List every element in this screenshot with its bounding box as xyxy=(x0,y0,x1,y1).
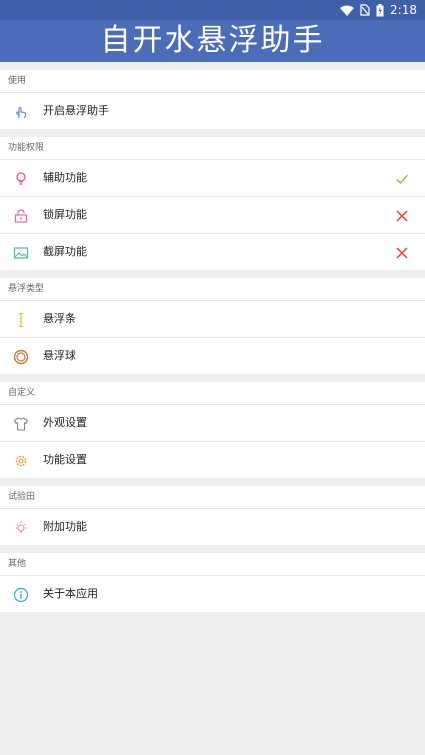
ring-icon xyxy=(12,348,30,366)
item-label: 悬浮球 xyxy=(43,349,76,362)
battery-icon xyxy=(376,3,384,17)
no-sim-icon xyxy=(360,4,370,16)
status-bar: 2:18 xyxy=(0,0,425,20)
section-header: 悬浮类型 xyxy=(0,278,425,301)
status-icons: 2:18 xyxy=(340,2,417,18)
appearance-settings-item[interactable]: 外观设置 xyxy=(0,405,425,441)
section-header: 功能权限 xyxy=(0,137,425,160)
item-label: 辅助功能 xyxy=(43,171,87,184)
section-header: 其他 xyxy=(0,553,425,576)
float-bar-item[interactable]: 悬浮条 xyxy=(0,301,425,337)
item-label: 外观设置 xyxy=(43,416,87,429)
extra-features-item[interactable]: 附加功能 xyxy=(0,509,425,545)
section-custom: 自定义 外观设置 功能设置 xyxy=(0,382,425,478)
gear-icon xyxy=(12,452,30,470)
cross-icon xyxy=(395,245,409,259)
wifi-icon xyxy=(340,5,355,16)
section-header: 自定义 xyxy=(0,382,425,405)
item-label: 开启悬浮助手 xyxy=(43,104,109,117)
section-header: 使用 xyxy=(0,70,425,93)
lock-icon xyxy=(12,207,30,225)
section-header: 试验田 xyxy=(0,486,425,509)
app-bar: 自开水悬浮助手 xyxy=(0,20,425,62)
lock-screen-permission-item[interactable]: 锁屏功能 xyxy=(0,196,425,233)
item-label: 关于本应用 xyxy=(43,587,98,600)
tshirt-icon xyxy=(12,415,30,433)
clock-time: 2:18 xyxy=(390,3,417,17)
app-title: 自开水悬浮助手 xyxy=(100,23,325,58)
check-icon xyxy=(395,171,409,185)
vertical-bar-icon xyxy=(12,311,30,329)
section-permissions: 功能权限 辅助功能 锁屏功能 截屏功能 xyxy=(0,137,425,270)
item-label: 功能设置 xyxy=(43,453,87,466)
image-icon xyxy=(12,244,30,262)
section-other: 其他 关于本应用 xyxy=(0,553,425,612)
accessibility-permission-item[interactable]: 辅助功能 xyxy=(0,160,425,196)
item-label: 锁屏功能 xyxy=(43,208,87,221)
item-label: 悬浮条 xyxy=(43,312,76,325)
float-ball-item[interactable]: 悬浮球 xyxy=(0,337,425,374)
section-lab: 试验田 附加功能 xyxy=(0,486,425,545)
info-icon xyxy=(12,586,30,604)
bulb-shine-icon xyxy=(12,519,30,537)
function-settings-item[interactable]: 功能设置 xyxy=(0,441,425,478)
item-label: 附加功能 xyxy=(43,520,87,533)
about-app-item[interactable]: 关于本应用 xyxy=(0,576,425,612)
item-label: 截屏功能 xyxy=(43,245,87,258)
cross-icon xyxy=(395,208,409,222)
section-float-type: 悬浮类型 悬浮条 悬浮球 xyxy=(0,278,425,374)
settings-list: 使用 开启悬浮助手 功能权限 辅助功能 锁屏功能 截屏功能 悬浮类型 悬浮条 悬… xyxy=(0,70,425,612)
section-usage: 使用 开启悬浮助手 xyxy=(0,70,425,129)
screenshot-permission-item[interactable]: 截屏功能 xyxy=(0,233,425,270)
open-float-assistant-item[interactable]: 开启悬浮助手 xyxy=(0,93,425,129)
hand-pointer-icon xyxy=(12,103,30,121)
lightbulb-icon xyxy=(12,170,30,188)
